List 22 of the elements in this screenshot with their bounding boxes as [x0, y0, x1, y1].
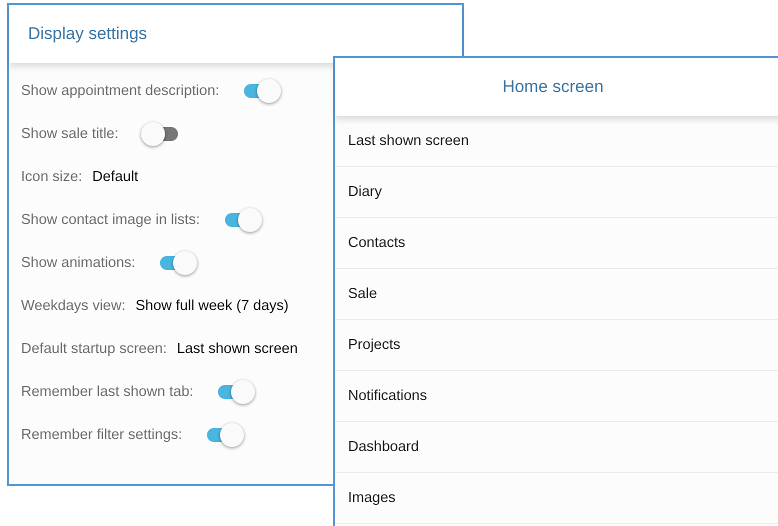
- dialog-title: Home screen: [502, 77, 604, 97]
- setting-label: Show contact image in lists:: [21, 212, 200, 228]
- dialog-title: Display settings: [28, 24, 148, 44]
- setting-label: Show sale title:: [21, 126, 119, 142]
- list-option[interactable]: Contacts: [335, 218, 778, 269]
- setting-label: Show appointment description:: [21, 82, 220, 98]
- setting-label: Weekdays view:: [21, 298, 126, 314]
- setting-value[interactable]: Default: [92, 168, 138, 184]
- setting-label: Show animations:: [21, 254, 136, 270]
- list-option[interactable]: Dashboard: [335, 422, 778, 473]
- setting-label: Default startup screen:: [21, 340, 167, 356]
- setting-value[interactable]: Last shown screen: [176, 340, 298, 356]
- list-option[interactable]: Projects: [335, 320, 778, 371]
- list-option[interactable]: Sale: [335, 269, 778, 320]
- setting-label: Icon size:: [21, 168, 82, 184]
- list-option[interactable]: Notifications: [335, 371, 778, 422]
- setting-label: Remember filter settings:: [21, 426, 182, 442]
- list-option[interactable]: Last shown screen: [335, 116, 778, 167]
- setting-value[interactable]: Show full week (7 days): [136, 298, 289, 314]
- setting-label: Remember last shown tab:: [21, 384, 194, 400]
- list-option[interactable]: Images: [335, 473, 778, 524]
- list-option[interactable]: Diary: [335, 167, 778, 218]
